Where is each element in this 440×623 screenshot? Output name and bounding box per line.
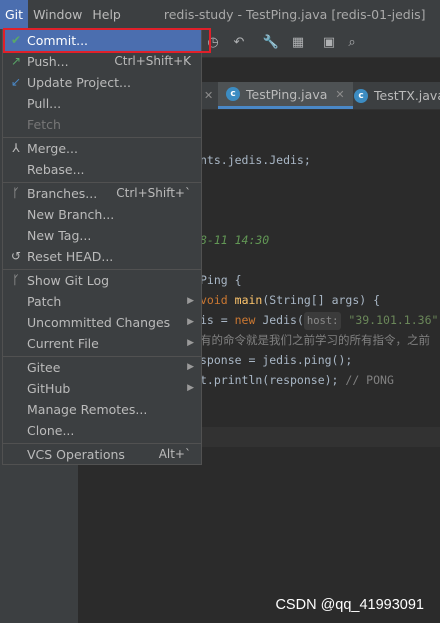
tab-testtx[interactable]: c TestTX.java <box>348 82 440 109</box>
code-line: 8-11 14:30 <box>200 233 270 247</box>
menu-item-fetch: Fetch <box>27 117 61 132</box>
update-arrow-icon: ↙ <box>10 75 22 89</box>
terminal-icon[interactable]: ▣ <box>320 34 338 52</box>
annotation-highlight-box <box>3 28 211 53</box>
menu-item-clone[interactable]: Clone... <box>3 420 201 441</box>
tab-label: TestTX.java <box>374 88 440 103</box>
submenu-arrow-icon: ▶ <box>187 383 194 393</box>
menu-git[interactable]: Git <box>0 0 29 29</box>
menu-item-pull[interactable]: Pull... <box>3 93 201 114</box>
menubar: Git Window Help redis-study - TestPing.j… <box>0 0 440 29</box>
code-line: t.println(response); // PONG <box>200 373 394 387</box>
code-line: sponse = jedis.ping(); <box>200 353 353 367</box>
close-icon[interactable]: ✕ <box>335 88 344 101</box>
menu-item-rebase[interactable]: Rebase... <box>3 159 201 180</box>
submenu-arrow-icon: ▶ <box>187 317 194 327</box>
tab-testping[interactable]: c TestPing.java ✕ <box>218 82 353 109</box>
menu-item-patch[interactable]: Patch ▶ <box>3 291 201 312</box>
menu-window[interactable]: Window <box>28 0 87 29</box>
code-line: 有的命令就是我们之前学习的所有指令，之前 <box>200 333 430 347</box>
menu-item-show-git-log[interactable]: ᚴ Show Git Log <box>3 270 201 291</box>
java-class-icon: c <box>354 88 368 103</box>
menu-item-new-branch[interactable]: New Branch... <box>3 204 201 225</box>
code-line: nts.jedis.Jedis; <box>200 153 311 167</box>
menu-item-merge[interactable]: ⅄ Merge... <box>3 138 201 159</box>
merge-icon: ⅄ <box>12 141 20 155</box>
code-line: Ping { <box>200 273 242 287</box>
menu-help[interactable]: Help <box>87 0 126 29</box>
code-line: void main(String[] args) { <box>200 293 381 307</box>
menu-item-uncommitted-changes[interactable]: Uncommitted Changes ▶ <box>3 312 201 333</box>
param-hint: host: <box>303 312 342 330</box>
menu-item-vcs-operations[interactable]: VCS Operations Alt+` <box>3 444 201 465</box>
git-log-icon: ᚴ <box>12 273 20 287</box>
menu-item-reset-head[interactable]: ↺ Reset HEAD... <box>3 246 201 267</box>
wrench-icon[interactable]: 🔧 <box>262 34 280 52</box>
menu-item-branches[interactable]: ᚴ Branches... Ctrl+Shift+` <box>3 183 201 204</box>
menu-item-current-file[interactable]: Current File ▶ <box>3 333 201 354</box>
submenu-arrow-icon: ▶ <box>187 362 194 372</box>
window-title: redis-study - TestPing.java [redis-01-je… <box>163 7 426 22</box>
menu-item-update-project[interactable]: ↙ Update Project... <box>3 72 201 93</box>
git-menu: ✔ Commit... ↗ Push... Ctrl+Shift+K ↙ Upd… <box>2 29 202 465</box>
menu-item-manage-remotes[interactable]: Manage Remotes... <box>3 399 201 420</box>
tab-close-icon-prev[interactable]: ✕ <box>204 82 213 109</box>
tab-label: TestPing.java <box>246 86 328 102</box>
search-icon[interactable]: ⌕ <box>343 34 361 52</box>
watermark: CSDN @qq_41993091 <box>275 597 424 613</box>
menu-item-github[interactable]: GitHub ▶ <box>3 378 201 399</box>
code-line: is = new Jedis(host: "39.101.1.36" <box>200 311 438 330</box>
menu-item-new-tag[interactable]: New Tag... <box>3 225 201 246</box>
menu-item-push[interactable]: ↗ Push... Ctrl+Shift+K <box>3 51 201 72</box>
java-class-icon: c <box>226 87 240 101</box>
submenu-arrow-icon: ▶ <box>187 296 194 306</box>
submenu-arrow-icon: ▶ <box>187 338 194 348</box>
push-arrow-icon: ↗ <box>10 54 22 68</box>
branch-icon: ᚴ <box>12 186 20 200</box>
menu-item-gitee[interactable]: Gitee ▶ <box>3 357 201 378</box>
rollback-icon[interactable]: ↶ <box>230 34 248 52</box>
project-structure-icon[interactable]: ▦ <box>289 34 307 52</box>
reset-icon: ↺ <box>10 249 22 263</box>
